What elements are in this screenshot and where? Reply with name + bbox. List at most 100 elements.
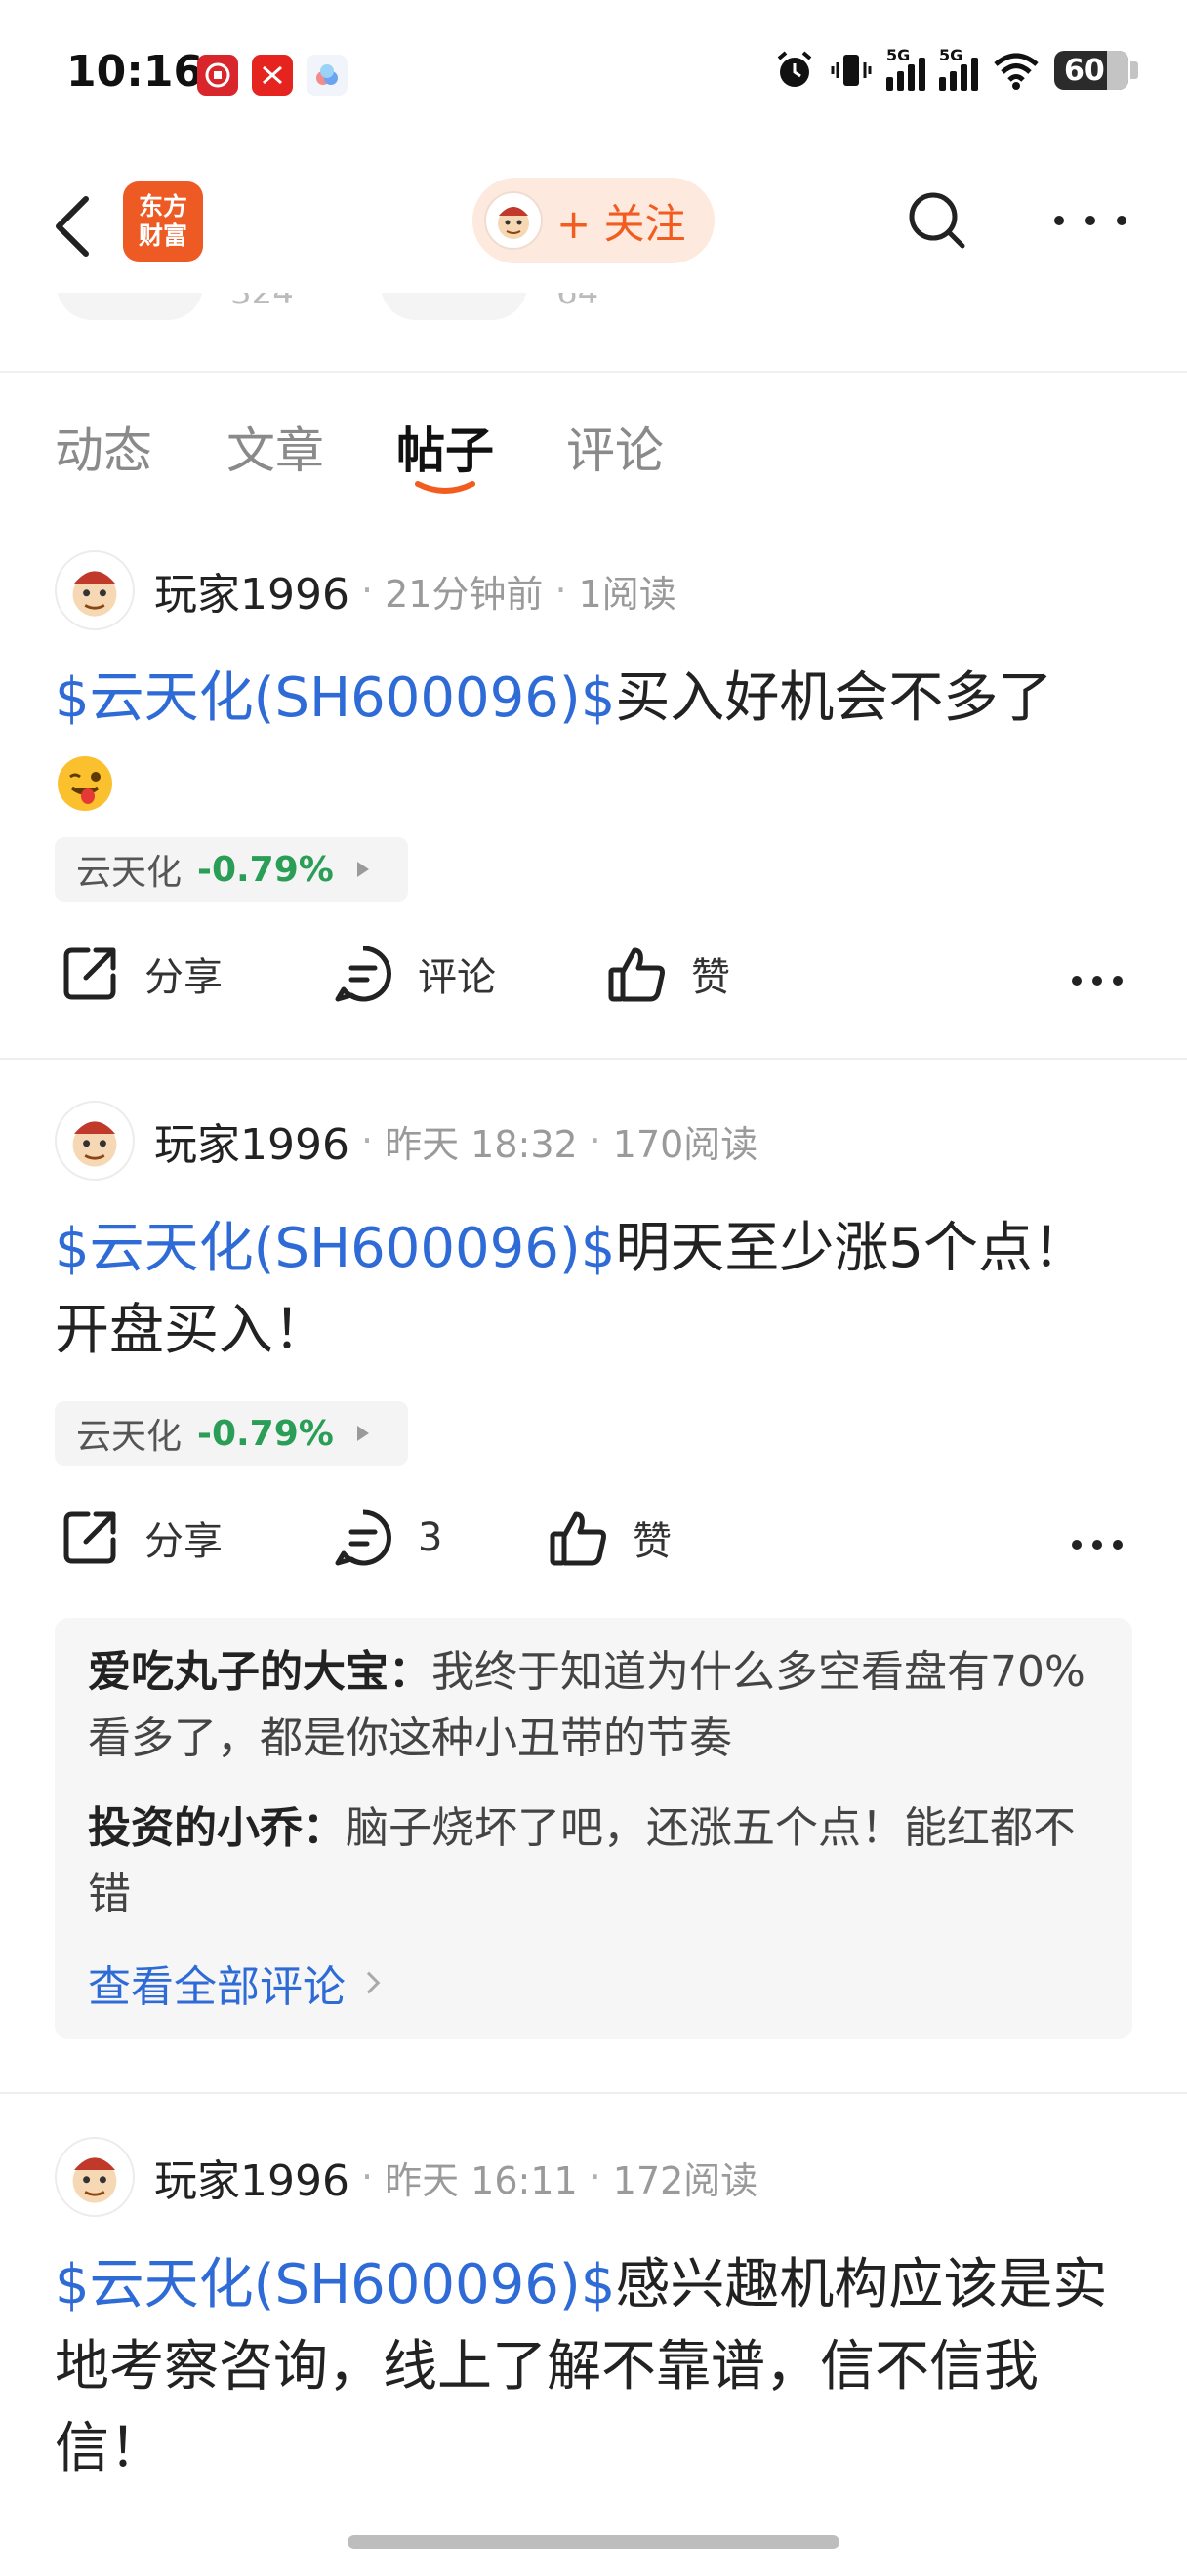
- comment-icon: [335, 946, 391, 1002]
- peek-count-1: 324: [230, 293, 294, 312]
- post-more-button[interactable]: [1072, 1540, 1123, 1550]
- thumbs-up-icon: [550, 1511, 606, 1566]
- post-card[interactable]: 玩家1996 · 昨天 16:11 · 172阅读 $云天化(SH600096)…: [0, 2133, 1187, 2523]
- post-divider: [0, 2092, 1187, 2094]
- comment-label: 评论: [418, 955, 496, 1000]
- post-reads: 170阅读: [612, 1122, 758, 1166]
- peek-count-2: 64: [556, 293, 599, 312]
- signal-2-label: 5G: [939, 46, 963, 64]
- brand-logo[interactable]: 东方财富: [123, 181, 203, 262]
- vibrate-icon: [831, 55, 872, 86]
- post-content[interactable]: $云天化(SH600096)$感兴趣机构应该是实地考察咨询，线上了解不靠谱，信不…: [55, 2244, 1109, 2490]
- avatar[interactable]: [55, 550, 135, 630]
- share-button[interactable]: 分享: [59, 1507, 223, 1569]
- app-notification-icon-1: [197, 55, 238, 96]
- post-author-row: 玩家1996 · 昨天 16:11 · 172阅读: [55, 2137, 757, 2217]
- post-divider: [0, 1058, 1187, 1060]
- author-name[interactable]: 玩家1996: [154, 2146, 349, 2208]
- share-label: 分享: [144, 1519, 223, 1564]
- like-button[interactable]: 赞: [605, 943, 730, 1005]
- tab-dynamics[interactable]: 动态: [55, 412, 152, 482]
- commenter-name[interactable]: 投资的小乔：: [88, 1803, 346, 1853]
- stock-cashtag-link[interactable]: $云天化(SH600096)$: [55, 2253, 615, 2316]
- follow-label: + 关注: [556, 199, 686, 248]
- post-actions: 分享 评论 赞: [0, 943, 1187, 1021]
- comment-preview: 爱吃丸子的大宝：我终于知道为什么多空看盘有70%看多了，都是你这种小丑带的节奏: [88, 1639, 1099, 1772]
- active-tab-indicator: [415, 481, 475, 494]
- share-icon: [63, 947, 116, 1000]
- tab-posts[interactable]: 帖子: [396, 412, 494, 482]
- commenter-name[interactable]: 爱吃丸子的大宝：: [88, 1647, 431, 1697]
- view-all-comments-link[interactable]: 查看全部评论: [88, 1952, 1099, 2014]
- scrolled-header-peek: 324 64: [0, 293, 1187, 324]
- home-indicator[interactable]: [348, 2535, 839, 2549]
- header-divider: [0, 371, 1187, 373]
- post-time: 昨天 18:32: [385, 1122, 578, 1166]
- signal-icon-2: 5G: [939, 46, 978, 91]
- post-reads: 172阅读: [612, 2158, 758, 2202]
- author-name[interactable]: 玩家1996: [154, 1109, 349, 1172]
- comment-preview-box[interactable]: 爱吃丸子的大宝：我终于知道为什么多空看盘有70%看多了，都是你这种小丑带的节奏 …: [55, 1618, 1132, 2039]
- status-right-icons: 5G 5G 60: [773, 46, 1138, 92]
- share-label: 分享: [144, 955, 223, 1000]
- stock-quote-chip[interactable]: 云天化 -0.79%: [55, 837, 408, 902]
- app-notification-icon-2: [252, 55, 293, 96]
- stock-name: 云天化: [76, 853, 183, 893]
- battery-icon: 60: [1054, 51, 1138, 90]
- author-name[interactable]: 玩家1996: [154, 559, 349, 622]
- signal-icon: 5G: [886, 46, 925, 91]
- back-arrow-icon: [56, 196, 89, 257]
- stock-cashtag-link[interactable]: $云天化(SH600096)$: [55, 1217, 615, 1280]
- comment-button[interactable]: 评论: [332, 943, 496, 1005]
- back-button[interactable]: [47, 187, 105, 265]
- post-content[interactable]: $云天化(SH600096)$明天至少涨5个点！开盘买入！: [55, 1208, 1089, 1372]
- more-options-button[interactable]: [1054, 201, 1126, 240]
- tab-comments[interactable]: 评论: [566, 412, 664, 482]
- brand-logo-text: 东方财富: [138, 192, 187, 250]
- like-label: 赞: [691, 955, 730, 1000]
- tab-articles[interactable]: 文章: [226, 412, 324, 482]
- view-all-label: 查看全部评论: [88, 1962, 346, 2012]
- stock-change: -0.79%: [197, 849, 334, 890]
- user-avatar-small: [484, 191, 543, 250]
- avatar[interactable]: [55, 1101, 135, 1181]
- battery-level: 60: [1064, 53, 1105, 88]
- content-tabs: 动态 文章 帖子 评论: [0, 400, 1187, 507]
- post-card[interactable]: 玩家1996 · 21分钟前 · 1阅读 $云天化(SH600096)$买入好机…: [0, 546, 1187, 1054]
- status-bar: 10:16 5G 5G 60: [0, 0, 1187, 146]
- thumbs-up-icon: [608, 947, 665, 1002]
- app-notification-icon-3: [307, 55, 348, 96]
- stock-cashtag-link[interactable]: $云天化(SH600096)$: [55, 666, 615, 730]
- chevron-right-icon: [357, 1971, 381, 1994]
- alarm-icon: [777, 51, 812, 87]
- stock-name: 云天化: [76, 1417, 183, 1457]
- post-time: 21分钟前: [385, 572, 544, 616]
- search-button[interactable]: [898, 181, 976, 260]
- wifi-icon: [994, 53, 1039, 90]
- chip-arrow-icon: [356, 862, 369, 877]
- post-body-text: 买入好机会不多了: [615, 666, 1053, 730]
- share-icon: [63, 1511, 116, 1564]
- chip-arrow-icon: [356, 1426, 369, 1441]
- like-button[interactable]: 赞: [547, 1507, 672, 1569]
- top-nav-bar: 东方财富 + 关注: [0, 146, 1187, 293]
- post-more-button[interactable]: [1072, 976, 1123, 986]
- post-reads: 1阅读: [578, 572, 676, 616]
- post-actions: 分享 3 赞: [0, 1507, 1187, 1585]
- share-button[interactable]: 分享: [59, 943, 223, 1005]
- comment-count: 3: [418, 1515, 443, 1560]
- post-card[interactable]: 玩家1996 · 昨天 18:32 · 170阅读 $云天化(SH600096)…: [0, 1097, 1187, 2092]
- status-time: 10:16: [66, 47, 204, 97]
- avatar[interactable]: [55, 2137, 135, 2217]
- comment-icon: [335, 1509, 391, 1566]
- post-author-row: 玩家1996 · 21分钟前 · 1阅读: [55, 550, 676, 630]
- like-label: 赞: [633, 1519, 672, 1564]
- stock-quote-chip[interactable]: 云天化 -0.79%: [55, 1401, 408, 1466]
- stock-change: -0.79%: [197, 1413, 334, 1454]
- post-content[interactable]: $云天化(SH600096)$买入好机会不多了: [55, 658, 1138, 822]
- signal-1-label: 5G: [886, 46, 911, 64]
- status-app-icons: [197, 55, 348, 96]
- follow-button[interactable]: + 关注: [472, 178, 715, 263]
- search-icon: [909, 192, 965, 249]
- comment-button[interactable]: 3: [332, 1507, 442, 1569]
